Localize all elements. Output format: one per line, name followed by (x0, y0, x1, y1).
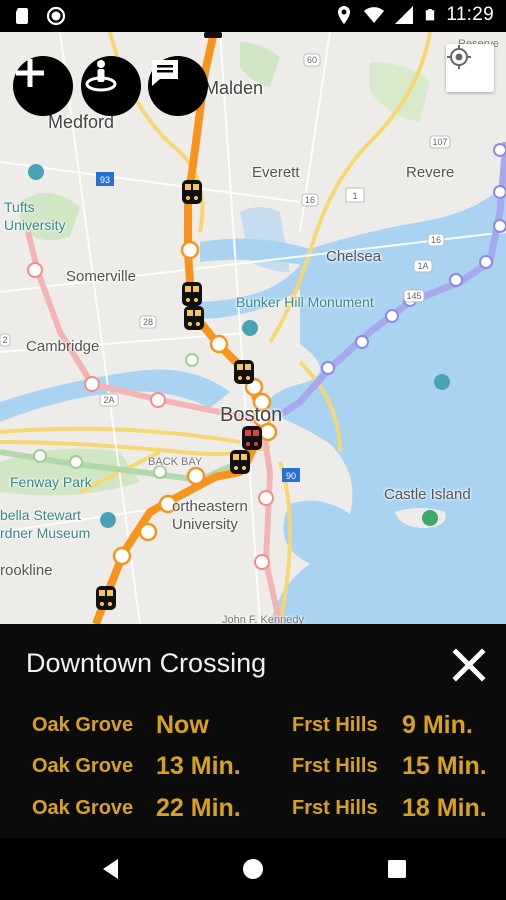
prediction-time-right: 9 Min. (402, 711, 473, 739)
map-label-northeastern: ortheastern University (172, 498, 248, 533)
prediction-time-left: Now (156, 711, 209, 739)
prediction-time-left: 22 Min. (156, 794, 241, 822)
svg-text:1: 1 (352, 191, 357, 201)
wifi-icon (364, 7, 385, 23)
prediction-destination-left: Oak Grove (32, 797, 134, 819)
add-button[interactable] (13, 56, 73, 116)
svg-text:107: 107 (432, 137, 447, 147)
svg-text:145: 145 (406, 291, 421, 301)
navigation-bar (0, 838, 506, 900)
map-label-somerville: Somerville (66, 268, 137, 285)
map-label-fenway: Fenway Park (10, 474, 92, 490)
prediction-destination-left: Oak Grove (32, 714, 134, 736)
map-label-chelsea: Chelsea (326, 248, 382, 265)
home-icon[interactable] (240, 856, 266, 882)
svg-text:1A: 1A (417, 261, 428, 271)
prediction-time-right: 15 Min. (402, 752, 487, 780)
signal-icon (395, 6, 414, 24)
map-label-revere: Revere (406, 164, 455, 181)
svg-text:93: 93 (100, 175, 110, 185)
person-pin-icon (85, 60, 117, 92)
map-label-kennedy: John F. Kennedy (222, 614, 304, 624)
station-title: Downtown Crossing (26, 648, 267, 678)
svg-text:60: 60 (307, 55, 317, 65)
map-label-castle-island: Castle Island (384, 486, 471, 503)
map-label-cambridge: Cambridge (26, 338, 100, 355)
svg-text:16: 16 (305, 195, 315, 205)
prediction-panel: Downtown Crossing Oak Grove Now Frst Hil… (0, 624, 506, 838)
map-label-everett: Everett (252, 164, 300, 181)
svg-text:2: 2 (2, 335, 7, 345)
svg-text:28: 28 (143, 317, 153, 327)
prediction-destination-right: Frst Hills (292, 755, 378, 777)
map-label-gardner: bella Stewart rdner Museum (0, 507, 91, 541)
map-label-malden: Malden (204, 78, 264, 98)
back-icon[interactable] (98, 856, 124, 882)
map-label-boston: Boston (220, 404, 283, 426)
clock: 11:29 (446, 4, 494, 25)
chat-icon (152, 60, 178, 86)
svg-text:16: 16 (431, 235, 441, 245)
svg-text:2A: 2A (103, 395, 114, 405)
prediction-time-right: 18 Min. (402, 794, 487, 822)
map-label-tufts: Tufts University (4, 199, 66, 233)
record-icon (46, 6, 66, 26)
sd-card-icon (16, 8, 28, 24)
map-label-bunker-hill: Bunker Hill Monument (236, 294, 374, 310)
map-label-brookline: rookline (0, 562, 53, 579)
close-icon[interactable] (452, 648, 486, 682)
map-label-back-bay: BACK BAY (148, 456, 203, 468)
prediction-destination-right: Frst Hills (292, 797, 378, 819)
prediction-destination-left: Oak Grove (32, 755, 134, 777)
my-location-button[interactable] (446, 44, 494, 92)
add-icon (16, 59, 44, 87)
status-bar: 11:29 (0, 0, 506, 32)
location-pin-icon (338, 6, 351, 24)
feedback-button[interactable] (148, 56, 208, 116)
battery-icon (426, 9, 435, 21)
user-location-button[interactable] (81, 56, 141, 116)
svg-text:90: 90 (286, 471, 296, 481)
crosshair-icon (447, 45, 471, 69)
recents-icon[interactable] (384, 856, 410, 882)
prediction-time-left: 13 Min. (156, 752, 241, 780)
map[interactable]: 60 93 16 1 107 16 1A 145 28 2A 90 2 Mald… (0, 32, 506, 624)
prediction-destination-right: Frst Hills (292, 714, 378, 736)
